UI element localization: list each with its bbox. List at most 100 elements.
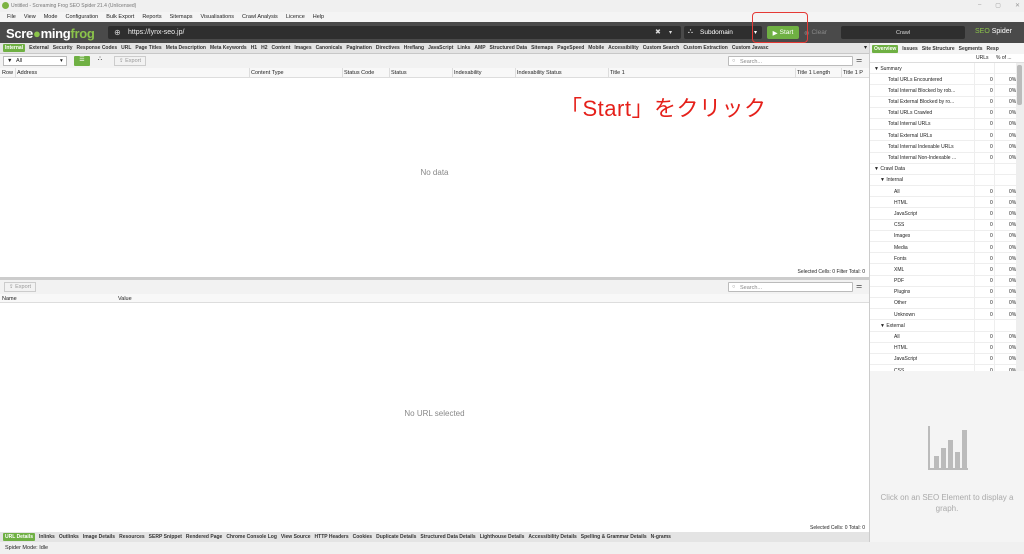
lower-search-input[interactable]: ○ Search... — [728, 282, 853, 292]
overview-row[interactable]: XML 0 0% — [870, 264, 1016, 276]
col-title-1[interactable]: Title 1 — [610, 70, 625, 76]
tab-content[interactable]: Content — [272, 45, 291, 51]
tab-security[interactable]: Security — [53, 45, 73, 51]
bottom-tab-spelling-grammar-details[interactable]: Spelling & Grammar Details — [581, 534, 647, 540]
overview-row[interactable]: ▼ Crawl Data — [870, 163, 1016, 175]
col-row[interactable]: Row — [2, 70, 13, 76]
tab-response-codes[interactable]: Response Codes — [77, 45, 118, 51]
more-tabs-icon[interactable]: ▾ — [864, 44, 867, 51]
bottom-tab-resources[interactable]: Resources — [119, 534, 145, 540]
clear-button[interactable]: ⊗ Clear — [804, 26, 836, 39]
tab-custom-javasc[interactable]: Custom Javasc — [732, 45, 769, 51]
tab-internal[interactable]: Internal — [3, 44, 26, 52]
menu-item-visualisations[interactable]: Visualisations — [201, 14, 235, 20]
bottom-tab-chrome-console-log[interactable]: Chrome Console Log — [226, 534, 277, 540]
tab-directives[interactable]: Directives — [376, 45, 400, 51]
list-view-button[interactable]: ☰ — [74, 56, 90, 66]
overview-row[interactable]: Total External URLs 0 0% — [870, 130, 1016, 142]
overview-row[interactable]: Total External Blocked by ro... 0 0% — [870, 96, 1016, 108]
chevron-down-icon[interactable]: ▾ — [669, 29, 672, 36]
bottom-tab-url-details[interactable]: URL Details — [3, 533, 35, 541]
bottom-tab-cookies[interactable]: Cookies — [353, 534, 372, 540]
tab-sitemaps[interactable]: Sitemaps — [531, 45, 553, 51]
overview-row[interactable]: ▼ External — [870, 320, 1016, 332]
bottom-tab-serp-snippet[interactable]: SERP Snippet — [149, 534, 182, 540]
bottom-tab-outlinks[interactable]: Outlinks — [59, 534, 79, 540]
tree-view-button[interactable]: ⛬ — [92, 56, 108, 66]
overview-row[interactable]: Other 0 0% — [870, 297, 1016, 310]
right-tab-site-structure[interactable]: Site Structure — [922, 46, 955, 52]
overview-row[interactable]: JavaScript 0 0% — [870, 208, 1016, 220]
overview-row[interactable]: Fonts 0 0% — [870, 253, 1016, 265]
overview-row[interactable]: Images 0 0% — [870, 230, 1016, 242]
tab-pagination[interactable]: Pagination — [346, 45, 372, 51]
column-settings-icon[interactable]: ⚌ — [856, 282, 862, 290]
col-urls[interactable]: URLs — [976, 55, 989, 61]
overview-row[interactable]: JavaScript 0 0% — [870, 353, 1016, 366]
menu-item-help[interactable]: Help — [313, 14, 324, 20]
clear-url-icon[interactable]: ✖ — [655, 28, 661, 36]
maximize-icon[interactable]: ▢ — [995, 2, 1001, 9]
scrollbar[interactable] — [1016, 63, 1024, 371]
right-tab-segments[interactable]: Segments — [959, 46, 983, 52]
export-button[interactable]: ⇪ Export — [114, 56, 146, 66]
col-address[interactable]: Address — [17, 70, 37, 76]
bottom-tab-rendered-page[interactable]: Rendered Page — [186, 534, 222, 540]
overview-row[interactable]: Total URLs Encountered 0 0% — [870, 74, 1016, 86]
tab-amp[interactable]: AMP — [474, 45, 485, 51]
menu-item-crawl-analysis[interactable]: Crawl Analysis — [242, 14, 278, 20]
right-tab-resp[interactable]: Resp — [987, 46, 999, 52]
filter-select[interactable]: ▼ All ▾ — [3, 56, 67, 66]
overview-row[interactable]: ▼ Summary — [870, 63, 1016, 75]
menu-item-file[interactable]: File — [7, 14, 16, 20]
bottom-tab-http-headers[interactable]: HTTP Headers — [315, 534, 349, 540]
tab-canonicals[interactable]: Canonicals — [316, 45, 343, 51]
col-name[interactable]: Name — [2, 296, 17, 302]
right-tab-overview[interactable]: Overview — [872, 44, 899, 53]
overview-row[interactable]: Total URLs Crawled 0 0% — [870, 107, 1016, 119]
tab-accessibility[interactable]: Accessibility — [608, 45, 639, 51]
menu-item-configuration[interactable]: Configuration — [65, 14, 98, 20]
col-percent[interactable]: % of ... — [996, 55, 1012, 61]
right-tab-issues[interactable]: Issues — [902, 46, 918, 52]
col-value[interactable]: Value — [118, 296, 132, 302]
tab-pagespeed[interactable]: PageSpeed — [557, 45, 584, 51]
tab-h2[interactable]: H2 — [261, 45, 267, 51]
bottom-tab-inlinks[interactable]: Inlinks — [39, 534, 55, 540]
bottom-tab-lighthouse-details[interactable]: Lighthouse Details — [480, 534, 525, 540]
overview-row[interactable]: All 0 0% — [870, 331, 1016, 343]
url-input[interactable]: ⊕ https://lynx-seo.jp/ ✖ ▾ — [108, 26, 681, 39]
col-indexability-status[interactable]: Indexability Status — [517, 70, 562, 76]
bottom-tab-accessibility-details[interactable]: Accessibility Details — [528, 534, 576, 540]
bottom-tab-view-source[interactable]: View Source — [281, 534, 311, 540]
overview-row[interactable]: HTML 0 0% — [870, 342, 1016, 354]
col-indexability[interactable]: Indexability — [454, 70, 482, 76]
overview-row[interactable]: ▼ Internal — [870, 174, 1016, 187]
overview-row[interactable]: PDF 0 0% — [870, 275, 1016, 287]
col-content-type[interactable]: Content Type — [251, 70, 284, 76]
overview-row[interactable]: Total Internal Non-Indexable ... 0 0% — [870, 152, 1016, 164]
menu-item-sitemaps[interactable]: Sitemaps — [170, 14, 193, 20]
overview-row[interactable]: Total Internal Indexable URLs 0 0% — [870, 141, 1016, 153]
overview-row[interactable]: CSS 0 0% — [870, 365, 1016, 371]
tab-custom-extraction[interactable]: Custom Extraction — [683, 45, 727, 51]
menu-item-reports[interactable]: Reports — [142, 14, 161, 20]
crawl-mode-select[interactable]: ⛬ Subdomain ▾ — [684, 26, 762, 39]
overview-row[interactable]: Total Internal URLs 0 0% — [870, 118, 1016, 131]
tab-mobile[interactable]: Mobile — [588, 45, 604, 51]
close-icon[interactable]: ✕ — [1015, 2, 1020, 9]
tab-javascript[interactable]: JavaScript — [428, 45, 453, 51]
tab-external[interactable]: External — [29, 45, 49, 51]
tab-page-titles[interactable]: Page Titles — [135, 45, 161, 51]
search-input[interactable]: ○ Search... — [728, 56, 853, 66]
bottom-tab-duplicate-details[interactable]: Duplicate Details — [376, 534, 416, 540]
tab-url[interactable]: URL — [121, 45, 131, 51]
tab-links[interactable]: Links — [457, 45, 470, 51]
column-settings-icon[interactable]: ⚌ — [856, 56, 862, 64]
tab-custom-search[interactable]: Custom Search — [643, 45, 680, 51]
col-status[interactable]: Status — [391, 70, 407, 76]
minimize-icon[interactable]: – — [978, 2, 981, 9]
tab-meta-keywords[interactable]: Meta Keywords — [210, 45, 247, 51]
overview-row[interactable]: All 0 0% — [870, 186, 1016, 198]
menu-item-licence[interactable]: Licence — [286, 14, 305, 20]
